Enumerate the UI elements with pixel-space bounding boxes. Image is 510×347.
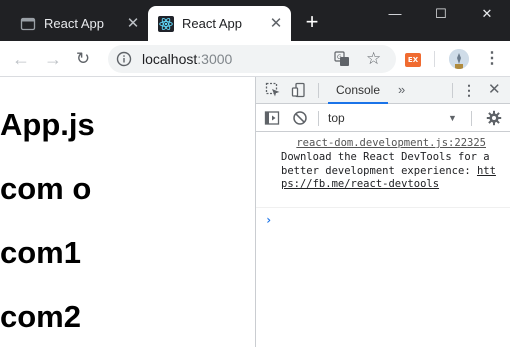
new-tab-button[interactable]: + — [300, 11, 324, 35]
bookmark-star-icon[interactable]: ☆ — [366, 49, 381, 69]
browser-toolbar: ← → ↻ localhost:3000 G ☆ EX ⋮ — [0, 41, 510, 77]
clear-console-icon[interactable] — [292, 110, 308, 126]
devtools-tab-bar: Console » ⋮ ✕ — [256, 77, 510, 104]
heading-com1: com1 — [0, 235, 81, 270]
message-text: Download the React DevTools for a better… — [281, 151, 496, 192]
message-body: Download the React DevTools for a better… — [281, 151, 496, 177]
heading-app-js: App.js — [0, 107, 95, 142]
inspect-element-icon[interactable] — [265, 82, 281, 98]
reload-button[interactable]: ↻ — [72, 48, 94, 70]
devtools-panel: Console » ⋮ ✕ top ▼ react-dom.developmen… — [255, 77, 510, 347]
tab-title: React App — [44, 16, 104, 31]
url-text[interactable]: localhost:3000 — [142, 51, 232, 67]
devtools-divider — [318, 83, 319, 98]
window-close-button[interactable]: ✕ — [464, 0, 510, 28]
console-prompt[interactable]: › — [265, 213, 272, 227]
devtools-close-button[interactable]: ✕ — [488, 82, 501, 98]
heading-com2: com2 — [0, 299, 81, 334]
page-icon — [20, 17, 36, 31]
context-selector[interactable]: top — [328, 111, 345, 125]
tab-react-app-2[interactable]: React App ✕ — [148, 6, 291, 41]
message-source-link[interactable]: react-dom.development.js:22325 — [296, 137, 486, 151]
console-divider — [471, 111, 472, 126]
console-message: react-dom.development.js:22325 Download … — [256, 133, 510, 208]
chevron-down-icon[interactable]: ▼ — [448, 111, 457, 125]
minimize-button[interactable]: — — [372, 0, 418, 28]
heading-com-o: com o — [0, 171, 92, 206]
toolbar-divider — [434, 51, 435, 67]
profile-avatar[interactable] — [449, 49, 469, 69]
page-viewport: App.js com o com1 com2 — [0, 77, 255, 347]
tab-strip: React App ✕ React App ✕ + — ☐ ✕ — [0, 0, 510, 41]
avatar-image — [449, 49, 469, 69]
device-toolbar-icon[interactable] — [291, 82, 307, 98]
tab-title: React App — [182, 16, 242, 31]
devtools-menu-button[interactable]: ⋮ — [462, 82, 476, 98]
maximize-button[interactable]: ☐ — [418, 0, 464, 28]
react-logo-icon — [158, 16, 174, 32]
tab-close-button[interactable]: ✕ — [267, 15, 285, 33]
url-host: localhost — [142, 51, 198, 67]
extension-icon[interactable]: EX — [405, 53, 421, 67]
sidebar-toggle-icon[interactable] — [264, 110, 280, 126]
svg-text:G: G — [337, 54, 342, 61]
console-divider — [318, 111, 319, 126]
back-button[interactable]: ← — [10, 48, 32, 70]
tab-console[interactable]: Console — [328, 77, 388, 104]
translate-icon[interactable]: G — [334, 51, 350, 67]
tab-close-button[interactable]: ✕ — [124, 15, 142, 33]
tab-react-app-1[interactable]: React App ✕ — [10, 6, 148, 41]
info-icon[interactable] — [116, 51, 132, 67]
browser-menu-button[interactable]: ⋮ — [484, 49, 500, 69]
gear-icon[interactable] — [486, 110, 502, 126]
address-bar[interactable]: localhost:3000 G ☆ — [108, 45, 396, 73]
devtools-divider — [452, 83, 453, 98]
forward-button[interactable]: → — [42, 48, 64, 70]
console-toolbar: top ▼ — [256, 105, 510, 132]
url-port: :3000 — [197, 51, 233, 67]
more-tabs-button[interactable]: » — [398, 82, 405, 98]
